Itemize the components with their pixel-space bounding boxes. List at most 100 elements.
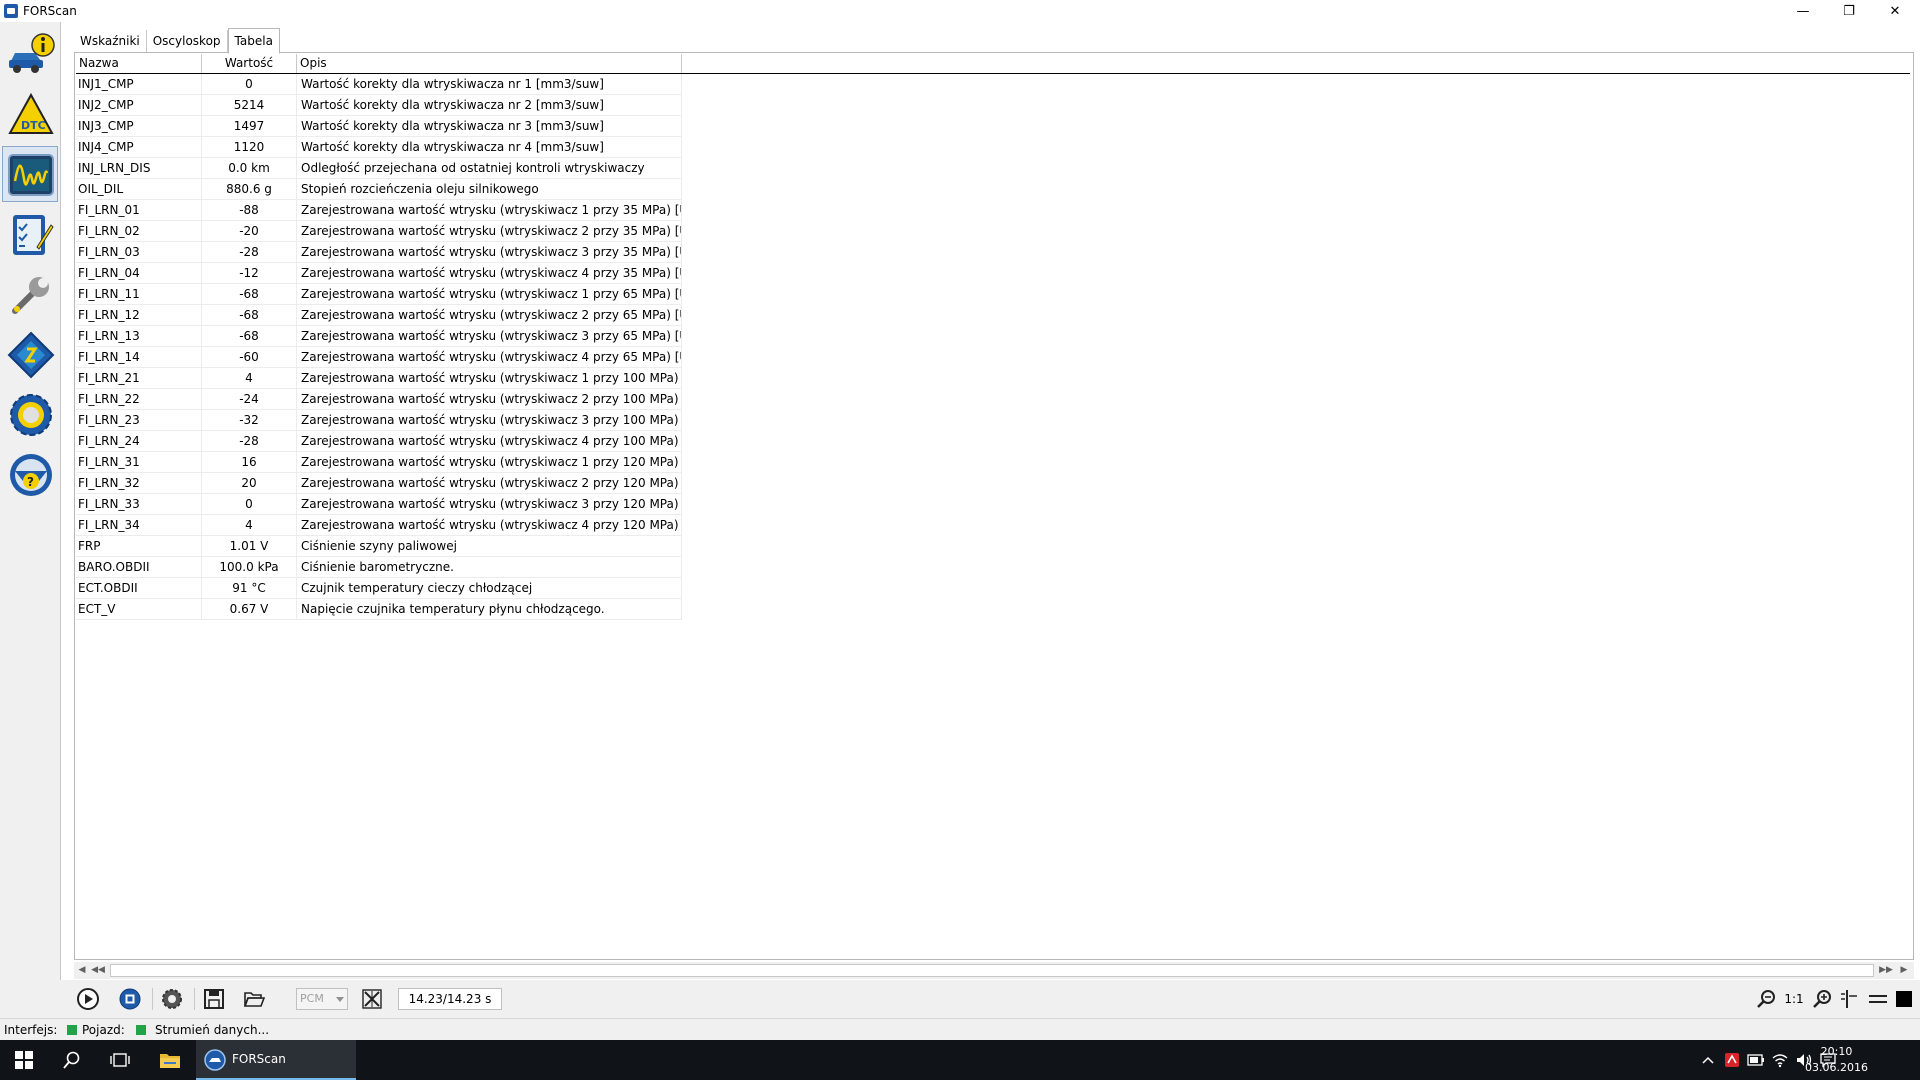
module-select-value: PCM bbox=[300, 992, 324, 1005]
horizontal-lines-button[interactable] bbox=[1864, 985, 1892, 1013]
zoom-out-button[interactable] bbox=[1752, 985, 1780, 1013]
show-hidden-icons-button[interactable] bbox=[1696, 1040, 1720, 1080]
sidebar-item-tests[interactable] bbox=[2, 206, 58, 262]
maximize-button[interactable]: ❐ bbox=[1826, 0, 1872, 22]
magnifier-minus-icon bbox=[1757, 990, 1775, 1008]
sidebar-item-oscilloscope[interactable] bbox=[2, 146, 58, 202]
cell-name: INJ_LRN_DIS bbox=[76, 158, 202, 178]
task-view-button[interactable] bbox=[96, 1040, 144, 1080]
close-button[interactable]: ✕ bbox=[1872, 0, 1918, 22]
sidebar-item-help[interactable]: ? bbox=[2, 446, 58, 502]
search-button[interactable] bbox=[48, 1040, 96, 1080]
table-row[interactable]: INJ3_CMP 1497 Wartość korekty dla wtryskiw… bbox=[76, 116, 682, 137]
table-row[interactable]: FI_LRN_22 -24 Zarejestrowana wartość wtrys… bbox=[76, 389, 682, 410]
module-select[interactable]: PCM bbox=[296, 988, 348, 1010]
cell-description: Zarejestrowana wartość wtrysku (wtryskiw… bbox=[297, 389, 682, 409]
scrollbar-thumb[interactable] bbox=[110, 964, 1874, 977]
table-row[interactable]: FI_LRN_34 4 Zarejestrowana wartość wtrysku… bbox=[76, 515, 682, 536]
configure-button[interactable] bbox=[158, 985, 186, 1013]
wifi-button[interactable] bbox=[1768, 1040, 1792, 1080]
taskbar-app-forscan[interactable]: FORScan bbox=[196, 1040, 356, 1080]
cell-value: 1120 bbox=[202, 137, 297, 157]
open-button[interactable] bbox=[240, 985, 268, 1013]
cell-description: Wartość korekty dla wtryskiwacza nr 1 [m… bbox=[297, 74, 682, 94]
taskbar-clock[interactable]: 20:10 03.06.2016 bbox=[1805, 1044, 1868, 1076]
tray-app-button[interactable] bbox=[1720, 1040, 1744, 1080]
cell-name: ECT.OBDII bbox=[76, 578, 202, 598]
scroll-left-icon[interactable]: ◀ bbox=[74, 962, 90, 979]
table-row[interactable]: FI_LRN_32 20 Zarejestrowana wartość wtrysk… bbox=[76, 473, 682, 494]
column-header-name[interactable]: Nazwa bbox=[76, 54, 202, 73]
sidebar-item-programming[interactable] bbox=[2, 326, 58, 382]
table-row[interactable]: FI_LRN_21 4 Zarejestrowana wartość wtrysku… bbox=[76, 368, 682, 389]
interface-label: Interfejs: bbox=[4, 1023, 58, 1037]
cell-value: 0 bbox=[202, 494, 297, 514]
table-row[interactable]: ECT.OBDII 91 °C Czujnik temperatury cieczy… bbox=[76, 578, 682, 599]
sidebar-item-dtc[interactable]: DTC bbox=[2, 86, 58, 142]
zoom-reset-button[interactable]: 1:1 bbox=[1780, 985, 1808, 1013]
tab-table[interactable]: Tabela bbox=[227, 28, 280, 54]
sidebar-item-vehicle-info[interactable] bbox=[2, 26, 58, 82]
scroll-right-icon[interactable]: ▶ bbox=[1896, 962, 1912, 979]
tab-oscilloscope[interactable]: Oscyloskop bbox=[147, 30, 228, 52]
table-row[interactable]: BARO.OBDII 100.0 kPa Ciśnienie barometrycz… bbox=[76, 557, 682, 578]
table-row[interactable]: INJ2_CMP 5214 Wartość korekty dla wtryskiw… bbox=[76, 95, 682, 116]
table-row[interactable]: FI_LRN_11 -68 Zarejestrowana wartość wtrys… bbox=[76, 284, 682, 305]
vehicle-label: Pojazd: bbox=[82, 1023, 125, 1037]
cell-value: -32 bbox=[202, 410, 297, 430]
start-button[interactable] bbox=[0, 1040, 48, 1080]
car-info-icon bbox=[9, 33, 55, 73]
cell-value: 20 bbox=[202, 473, 297, 493]
play-button[interactable] bbox=[74, 985, 102, 1013]
table-row[interactable]: FI_LRN_23 -32 Zarejestrowana wartość wtrys… bbox=[76, 410, 682, 431]
horizontal-scrollbar[interactable]: ◀ ◀◀ ▶▶ ▶ bbox=[74, 962, 1914, 979]
cell-name: FI_LRN_31 bbox=[76, 452, 202, 472]
play-icon bbox=[77, 988, 99, 1010]
scroll-end-icon[interactable]: ▶▶ bbox=[1878, 962, 1894, 979]
tab-indicators[interactable]: Wskaźniki bbox=[74, 30, 147, 52]
table-row[interactable]: FI_LRN_24 -28 Zarejestrowana wartość wtrys… bbox=[76, 431, 682, 452]
table-row[interactable]: FI_LRN_12 -68 Zarejestrowana wartość wtrys… bbox=[76, 305, 682, 326]
table-row[interactable]: FI_LRN_13 -68 Zarejestrowana wartość wtrys… bbox=[76, 326, 682, 347]
cell-description: Odległość przejechana od ostatniej kontr… bbox=[297, 158, 682, 178]
table-row[interactable]: FI_LRN_04 -12 Zarejestrowana wartość wtrys… bbox=[76, 263, 682, 284]
chevron-up-icon bbox=[1702, 1056, 1714, 1064]
save-button[interactable] bbox=[200, 985, 228, 1013]
column-header-value[interactable]: Wartość bbox=[202, 54, 297, 73]
sidebar: DTC ? bbox=[0, 22, 61, 1022]
cell-name: INJ2_CMP bbox=[76, 95, 202, 115]
help-wheel-icon: ? bbox=[10, 454, 52, 496]
sidebar-item-service[interactable] bbox=[2, 266, 58, 322]
minimize-button[interactable]: — bbox=[1780, 0, 1826, 22]
cell-description: Zarejestrowana wartość wtrysku (wtryskiw… bbox=[297, 473, 682, 493]
table-row[interactable]: FI_LRN_31 16 Zarejestrowana wartość wtrysk… bbox=[76, 452, 682, 473]
cell-value: 5214 bbox=[202, 95, 297, 115]
cursor-mode-button[interactable] bbox=[1836, 985, 1864, 1013]
table-row[interactable]: FI_LRN_01 -88 Zarejestrowana wartość wtrys… bbox=[76, 200, 682, 221]
table-row[interactable]: FI_LRN_14 -60 Zarejestrowana wartość wtrys… bbox=[76, 347, 682, 368]
table-row[interactable]: INJ4_CMP 1120 Wartość korekty dla wtryskiw… bbox=[76, 137, 682, 158]
table-row[interactable]: OIL_DIL 880.6 g Stopień rozcieńczenia olej… bbox=[76, 179, 682, 200]
table-row[interactable]: INJ1_CMP 0 Wartość korekty dla wtryskiwacz… bbox=[76, 74, 682, 95]
clock-time: 20:10 bbox=[1820, 1045, 1853, 1058]
cell-description: Stopień rozcieńczenia oleju silnikowego bbox=[297, 179, 682, 199]
cell-description: Zarejestrowana wartość wtrysku (wtryskiw… bbox=[297, 326, 682, 346]
column-header-description[interactable]: Opis bbox=[297, 54, 682, 73]
cell-description: Zarejestrowana wartość wtrysku (wtryskiw… bbox=[297, 242, 682, 262]
clear-button[interactable] bbox=[358, 985, 386, 1013]
cell-name: OIL_DIL bbox=[76, 179, 202, 199]
sidebar-item-settings[interactable] bbox=[2, 386, 58, 442]
table-row[interactable]: ECT_V 0.67 V Napięcie czujnika temperatury… bbox=[76, 599, 682, 620]
scroll-start-icon[interactable]: ◀◀ bbox=[90, 962, 106, 979]
stop-button[interactable] bbox=[116, 985, 144, 1013]
table-row[interactable]: FI_LRN_33 0 Zarejestrowana wartość wtrysku… bbox=[76, 494, 682, 515]
table-row[interactable]: INJ_LRN_DIS 0.0 km Odległość przejechana o… bbox=[76, 158, 682, 179]
background-color-button[interactable] bbox=[1890, 985, 1918, 1013]
table-row[interactable]: FRP 1.01 V Ciśnienie szyny paliwowej bbox=[76, 536, 682, 557]
table-row[interactable]: FI_LRN_03 -28 Zarejestrowana wartość wtrys… bbox=[76, 242, 682, 263]
zoom-in-button[interactable] bbox=[1808, 985, 1836, 1013]
table-row[interactable]: FI_LRN_02 -20 Zarejestrowana wartość wtrys… bbox=[76, 221, 682, 242]
cell-value: 0.67 V bbox=[202, 599, 297, 619]
battery-button[interactable] bbox=[1744, 1040, 1768, 1080]
file-explorer-button[interactable] bbox=[146, 1040, 194, 1080]
